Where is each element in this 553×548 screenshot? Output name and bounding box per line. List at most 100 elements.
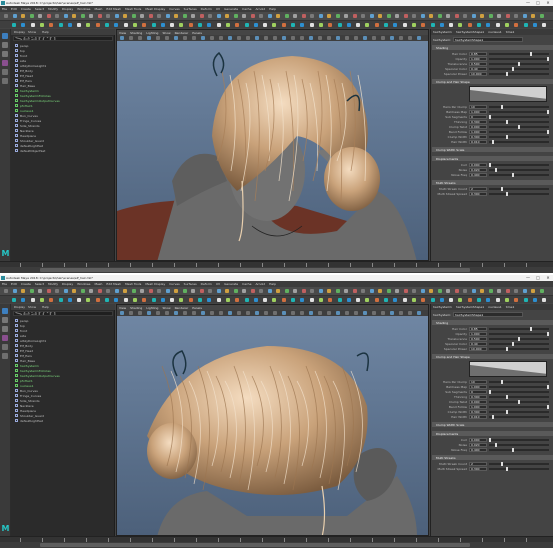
menu-generate[interactable]: Generate [224,282,238,286]
status-line-button[interactable] [55,289,59,293]
attr-value-field[interactable]: 2 [469,187,487,191]
shelf-button[interactable] [123,23,128,27]
attr-section-header[interactable]: Displacements [432,431,553,436]
shelf-button[interactable] [142,23,147,27]
attr-slider-handle[interactable] [506,192,508,196]
menu-edit-mesh[interactable]: Edit Mesh [106,282,121,286]
attr-slider-handle[interactable] [489,163,491,167]
attr-value-field[interactable]: 0.85 [469,327,487,331]
outliner-menu-show[interactable]: Show [28,305,36,309]
status-line-button[interactable] [267,289,272,293]
viewport-toolbar-button[interactable] [192,36,196,40]
viewport-toolbar-button[interactable] [246,36,250,40]
viewport-toolbar-button[interactable] [210,311,214,315]
status-line-button[interactable] [4,289,8,293]
menu-modify[interactable]: Modify [48,282,58,286]
menu-curves[interactable]: Curves [169,7,179,11]
status-line-button[interactable] [29,289,34,293]
menu-mesh-display[interactable]: Mesh Display [145,7,165,11]
attr-slider-handle[interactable] [547,130,549,134]
status-line-button[interactable] [403,289,408,293]
outliner-item[interactable]: Side_Strands [15,124,111,128]
status-line-button[interactable] [386,289,391,293]
attr-slider-handle[interactable] [518,337,520,341]
outliner-item[interactable]: hairSystem1Follicles [15,369,111,373]
shelf-button[interactable] [374,23,379,27]
status-line-button[interactable] [29,14,34,18]
shelf-button[interactable] [467,23,472,27]
menu-create[interactable]: Create [21,282,31,286]
status-line-button[interactable] [361,289,365,293]
shelf-button[interactable] [244,298,249,302]
shelf-button[interactable] [328,298,333,302]
outliner-item[interactable]: Bun_Curves [15,114,111,118]
menu-deform[interactable]: Deform [201,7,212,11]
status-line-button[interactable] [12,14,17,18]
status-line-button[interactable] [352,289,357,293]
status-line-button[interactable] [208,14,212,18]
menu-windows[interactable]: Windows [77,7,90,11]
status-line-button[interactable] [46,289,51,293]
status-line-button[interactable] [327,14,331,18]
attr-slider-handle[interactable] [512,342,514,346]
shelf-button[interactable] [151,23,156,27]
attr-slider-handle[interactable] [489,438,491,442]
viewport-toolbar-button[interactable] [408,311,412,315]
shelf-button[interactable] [439,23,444,27]
viewport-toolbar-button[interactable] [246,311,250,315]
shelf-button[interactable] [430,23,435,27]
outliner-menu-help[interactable]: Help [42,305,49,309]
viewport-toolbar-button[interactable] [327,36,331,40]
viewport-toolbar-button[interactable] [210,36,214,40]
status-line-button[interactable] [463,289,467,293]
status-line-button[interactable] [505,14,510,18]
shelf-button[interactable] [300,23,305,27]
status-line-button[interactable] [369,289,374,293]
viewport-toolbar-button[interactable] [264,311,268,315]
viewport-toolbar-button[interactable] [354,311,358,315]
node-name-input[interactable]: hairSystemShape1 [453,37,523,42]
attr-slider[interactable] [489,187,549,191]
attr-value-field[interactable]: 0.300 [469,120,487,124]
paint-select-icon[interactable] [2,51,8,57]
shelf-button[interactable] [67,298,72,302]
shelf-button[interactable] [253,298,258,302]
viewport-toolbar-button[interactable] [345,311,349,315]
status-line-button[interactable] [429,14,433,18]
status-line-button[interactable] [21,14,25,18]
attr-value-field[interactable]: 1.000 [469,332,487,336]
shelf-button[interactable] [86,298,91,302]
outliner-item[interactable]: Elf_Body [15,69,111,73]
viewport-toolbar-button[interactable] [156,311,160,315]
scale-tool-icon[interactable] [2,353,8,359]
shelf-button[interactable] [514,23,519,27]
status-line-button[interactable] [208,289,212,293]
shelf-button[interactable] [49,298,54,302]
status-line-button[interactable] [480,14,484,18]
viewport-toolbar-button[interactable] [399,36,403,40]
viewport-toolbar-button[interactable] [228,311,232,315]
attr-slider-handle[interactable] [489,390,491,394]
attr-section-header[interactable]: Shading [432,320,553,325]
shelf-button[interactable] [356,23,361,27]
outliner-item[interactable]: nucleus1 [15,109,111,113]
attr-section-header[interactable]: Clump Width Scale [432,422,553,427]
viewport-toolbar-button[interactable] [165,36,169,40]
attr-slider-handle[interactable] [489,115,491,119]
viewport-toolbar-button[interactable] [363,36,367,40]
status-line-button[interactable] [72,289,76,293]
status-line-button[interactable] [148,14,153,18]
status-line-button[interactable] [106,289,110,293]
shelf-button[interactable] [12,23,16,27]
attr-value-field[interactable]: 10 [469,105,487,109]
viewport-toolbar-button[interactable] [273,36,277,40]
shelf-button[interactable] [458,23,463,27]
viewport-toolbar-button[interactable] [309,311,313,315]
attr-slider-handle[interactable] [547,405,549,409]
outliner-item[interactable]: hairSystem1Follicles [15,94,111,98]
attr-slider[interactable] [489,62,549,66]
status-line-button[interactable] [463,14,467,18]
outliner-item[interactable]: Hair_Base [15,84,111,88]
shelf-button[interactable] [477,298,481,302]
shelf-button[interactable] [504,298,509,302]
